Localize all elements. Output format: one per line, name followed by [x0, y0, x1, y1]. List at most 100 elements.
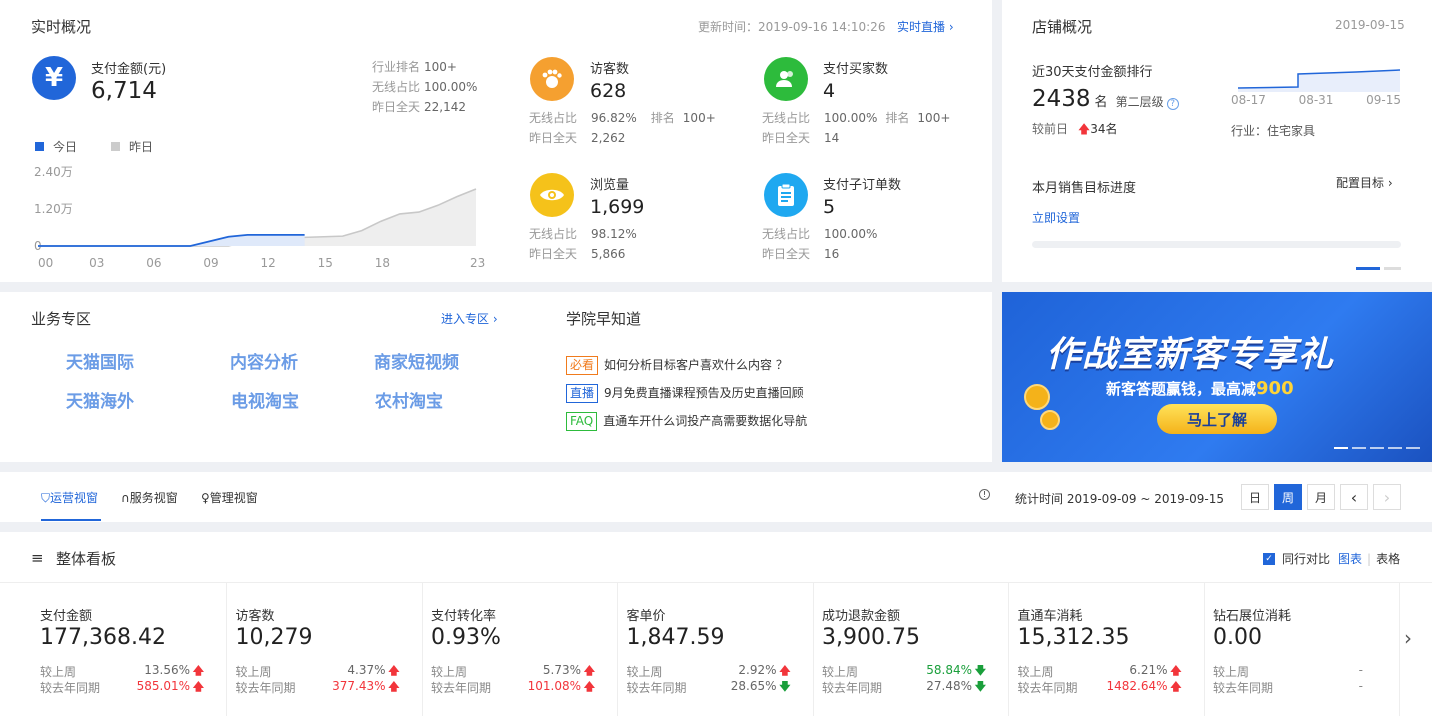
rank-sparkline [1237, 69, 1401, 92]
metric-card[interactable]: 直通车消耗 15,312.35 较上周 6.21% 🡅 较去年同期 1482.64%… [1009, 583, 1205, 716]
x-tick-label: 06 [146, 256, 161, 270]
pv-y: 5,866 [591, 247, 626, 261]
academy-item[interactable]: 必看 如何分析目标客户喜欢什么内容 ？ [566, 351, 807, 379]
metric-card[interactable]: 访客数 10,279 较上周 4.37% 🡅 较去年同期 377.43% 🡅 [227, 583, 423, 716]
orders-y: 16 [824, 247, 840, 261]
metric-week-value: 5.73% [542, 663, 581, 677]
metric-value: 3,900.75 [822, 625, 920, 650]
metric-year-label: 较去年同期 [431, 681, 492, 695]
academy-item[interactable]: FAQ 直通车开什么词投产高需要数据化导航 [566, 407, 807, 435]
coin-icon [1040, 410, 1060, 430]
tab-service[interactable]: ∩服务视窗 [121, 489, 178, 506]
metric-card[interactable]: 客单价 1,847.59 较上周 2.92% 🡅 较去年同期 28.65% 🡇 [618, 583, 814, 716]
academy-title: 学院早知道 [566, 310, 642, 328]
banner-subtitle: 新客答题赢钱，最高减900 [1106, 378, 1294, 399]
metric-week-label: 较上周 [822, 665, 859, 679]
pv-yl: 昨日全天 [529, 247, 578, 261]
business-item[interactable]: 天猫海外 [40, 387, 205, 412]
spark-x-axis: 08-17 08-31 09-15 [1231, 93, 1401, 107]
visitors-rl: 排名 [650, 111, 675, 125]
metric-card[interactable]: 支付金额 177,368.42 较上周 13.56% 🡅 较去年同期 585.01%… [32, 583, 227, 716]
period-month-button[interactable]: 月 [1307, 484, 1335, 510]
metric-year-label: 较去年同期 [1213, 681, 1274, 695]
metric-title: 访客数 [235, 609, 275, 624]
live-link[interactable]: 实时直播 › [897, 18, 954, 35]
carousel-dot[interactable] [1388, 447, 1402, 449]
metric-week-label: 较上周 [1213, 665, 1250, 679]
goal-config-label: 配置目标 [1336, 176, 1385, 190]
legend-today-swatch [35, 142, 44, 151]
academy-item[interactable]: 直播 9月免费直播课程预告及历史直播回顾 [566, 379, 807, 407]
metric-year-label: 较去年同期 [40, 681, 101, 695]
pay-value: 6,714 [91, 78, 157, 104]
academy-text: 直通车开什么词投产高需要数据化导航 [603, 414, 808, 428]
banner-cta-button[interactable]: 马上了解 [1157, 404, 1277, 434]
yen-icon: ¥ [32, 56, 76, 100]
chevron-right-icon: › [1387, 176, 1393, 190]
metric-week-row: 较上周 13.56% [40, 663, 190, 680]
metric-week-label: 较上周 [40, 665, 77, 679]
headset-icon: ∩ [121, 491, 130, 505]
chevron-left-icon: ‹ [1350, 487, 1358, 507]
metric-year-row: 较去年同期 1482.64% [1018, 679, 1168, 696]
orders-yl: 昨日全天 [762, 247, 811, 261]
metric-value: 10,279 [235, 625, 313, 650]
metric-year-row: 较去年同期 - [1213, 679, 1363, 696]
next-period-button[interactable]: › [1373, 484, 1401, 510]
business-item[interactable]: 商家短视频 [365, 348, 500, 373]
goal-set-link[interactable]: 立即设置 [1032, 209, 1080, 226]
tab-label: 运营视窗 [50, 491, 99, 505]
chart-legend: 今日 昨日 [35, 138, 153, 155]
carousel-dot[interactable] [1384, 267, 1401, 270]
info-icon[interactable]: ! [979, 489, 990, 500]
carousel-indicators [1334, 447, 1420, 449]
goal-config-link[interactable]: 配置目标 › [1336, 174, 1393, 191]
business-item[interactable]: 电视淘宝 [205, 387, 365, 412]
carousel-dot[interactable] [1406, 447, 1420, 449]
metric-week-value: 58.84% [926, 663, 972, 677]
carousel-dot[interactable] [1334, 447, 1348, 449]
tab-management[interactable]: ♀管理视窗 [201, 489, 258, 506]
coin-icon [1024, 384, 1050, 410]
metrics-next-button[interactable]: › [1404, 626, 1412, 650]
metric-value: 0.00 [1213, 625, 1262, 650]
x-tick-label: 18 [375, 256, 390, 270]
academy-tag: 直播 [566, 384, 599, 403]
prev-period-button[interactable]: ‹ [1340, 484, 1368, 510]
chart-view-link[interactable]: 图表 [1338, 550, 1362, 567]
tab-bar: ⛉运营视窗 ∩服务视窗 ♀管理视窗 ! 统计时间 2019-09-09 ~ 20… [0, 472, 1432, 522]
metric-card[interactable]: 支付转化率 0.93% 较上周 5.73% 🡅 较去年同期 101.08% 🡅 [423, 583, 618, 716]
visitors-w: 96.82% [591, 111, 637, 125]
business-item[interactable]: 内容分析 [205, 348, 365, 373]
arrow-down-icon: 🡇 [779, 680, 791, 693]
metric-year-row: 较去年同期 377.43% [236, 679, 386, 696]
metric-year-row: 较去年同期 28.65% [627, 679, 777, 696]
enter-zone-link[interactable]: 进入专区 › [441, 310, 498, 327]
business-item[interactable]: 天猫国际 [40, 348, 205, 373]
metric-year-label: 较去年同期 [626, 681, 687, 695]
compare-checkbox[interactable]: ✓ [1263, 552, 1275, 565]
period-week-button[interactable]: 周 [1274, 484, 1302, 510]
table-view-link[interactable]: 表格 [1376, 550, 1400, 567]
buyers-y: 14 [824, 131, 840, 145]
business-item[interactable]: 农村淘宝 [365, 387, 500, 412]
carousel-dot[interactable] [1352, 447, 1366, 449]
period-day-button[interactable]: 日 [1241, 484, 1269, 510]
metric-week-value: - [1358, 663, 1363, 677]
carousel-dot-active[interactable] [1356, 267, 1380, 270]
help-icon[interactable]: ? [1166, 98, 1179, 110]
metric-card[interactable]: 钻石展位消耗 0.00 较上周 - 较去年同期 - [1205, 583, 1400, 716]
visitors-y: 2,262 [591, 131, 626, 145]
tab-operation[interactable]: ⛉运营视窗 [41, 489, 98, 506]
legend-yesterday-swatch [111, 142, 121, 151]
carousel-dot[interactable] [1370, 447, 1384, 449]
promo-banner[interactable]: 作战室新客专享礼 新客答题赢钱，最高减900 马上了解 [1002, 292, 1432, 462]
metric-card[interactable]: 成功退款金额 3,900.75 较上周 58.84% 🡇 较去年同期 27.48% … [814, 583, 1009, 716]
metric-year-value: 585.01% [136, 679, 190, 693]
legend-yesterday: 昨日 [129, 140, 154, 154]
medal-icon: ♀ [201, 491, 210, 505]
metric-week-label: 较上周 [431, 665, 468, 679]
metric-week-value: 4.37% [347, 663, 386, 677]
chevron-right-icon: › [1404, 626, 1412, 650]
arrow-up-icon: 🡅 [1077, 122, 1091, 136]
